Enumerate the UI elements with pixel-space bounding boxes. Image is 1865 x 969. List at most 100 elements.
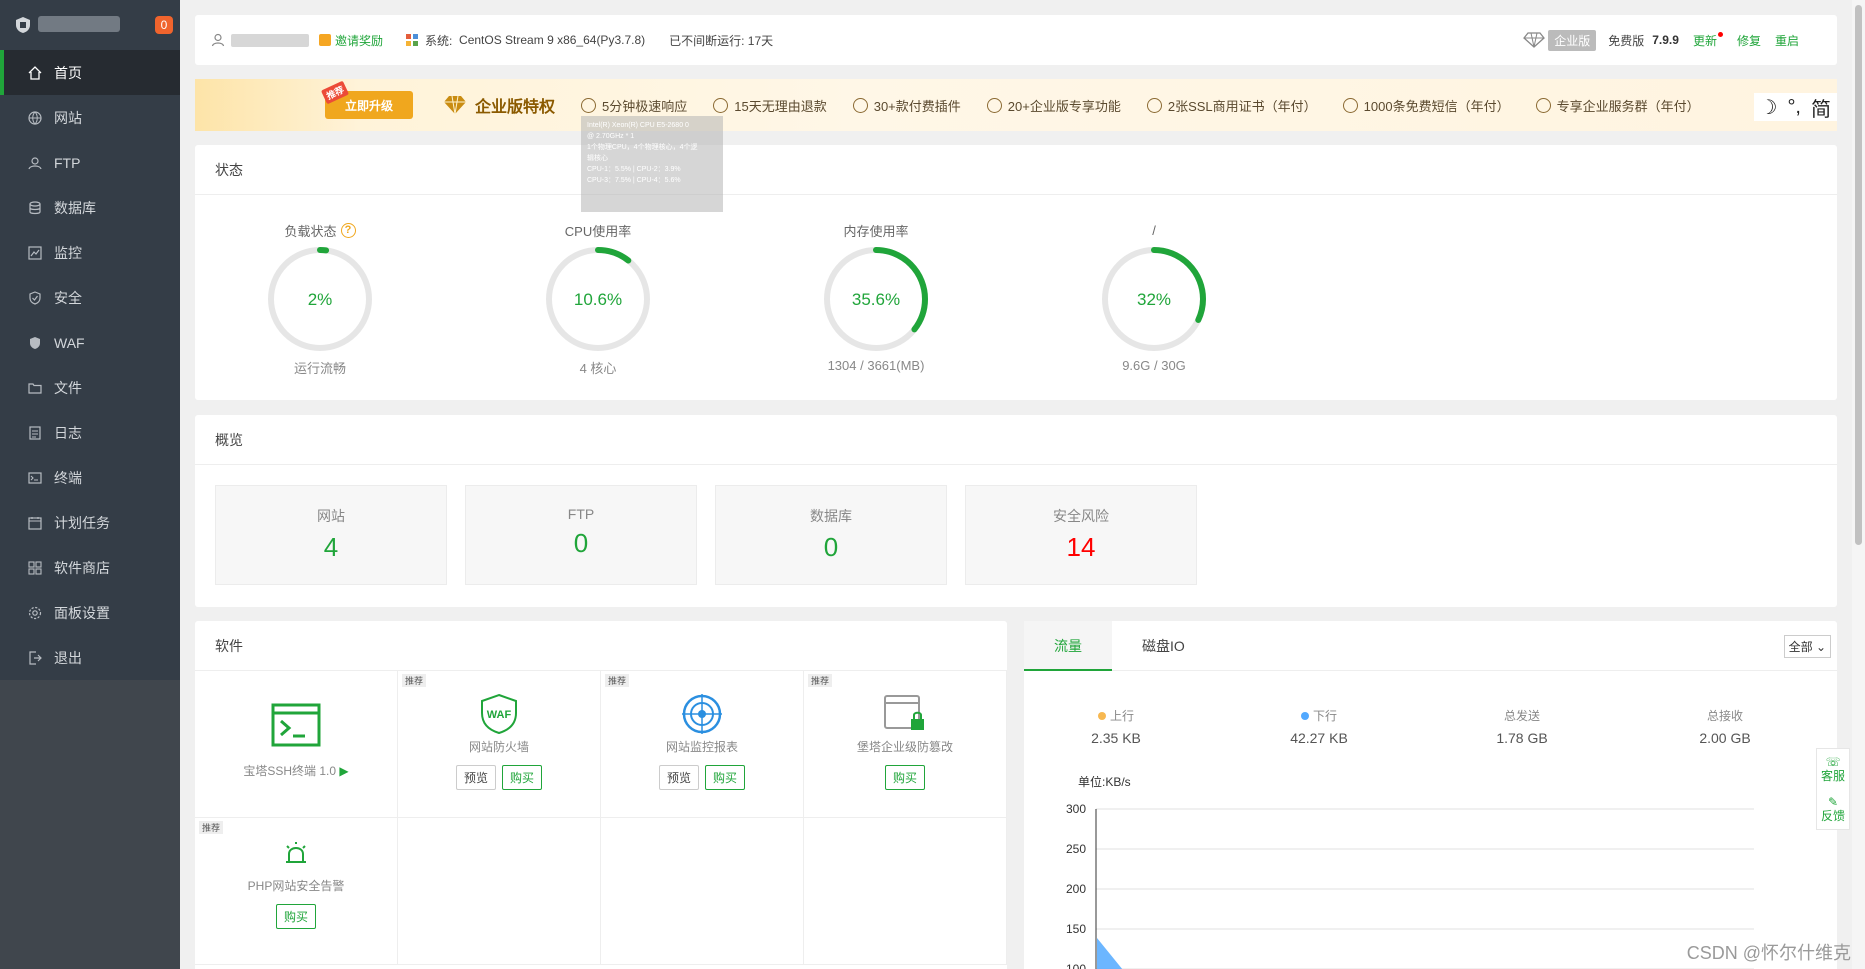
globe-icon [27, 110, 43, 126]
sidebar-item-terminal[interactable]: 终端 [0, 455, 180, 500]
logout-icon [27, 650, 43, 666]
tool-label: 反馈 [1820, 809, 1845, 823]
buy-button[interactable]: 购买 [884, 765, 925, 790]
message-count-badge[interactable]: 0 [155, 16, 173, 34]
sidebar-item-cron[interactable]: 计划任务 [0, 500, 180, 545]
update-link[interactable]: 更新 [1693, 31, 1723, 49]
floating-toolbar: ☽ °, 简 [1753, 93, 1837, 122]
feedback-button[interactable]: ✎ 反馈 [1817, 789, 1849, 829]
overview-ftp[interactable]: FTP 0 [465, 485, 697, 585]
radar-app-icon [682, 694, 722, 734]
page-scrollbar[interactable] [1852, 0, 1865, 969]
chevron-down-icon: ⌄ [1815, 640, 1826, 654]
terminal-app-icon [271, 703, 321, 747]
monitor-icon [27, 245, 43, 261]
simplified-chinese-toggle[interactable]: 简 [1811, 93, 1831, 122]
help-icon[interactable]: ? [340, 222, 356, 238]
gauge-value: 35.6% [852, 290, 900, 309]
stat-label: 总接收 [1706, 709, 1743, 723]
disk-gauge[interactable]: / 32% 9.6G / 30G [1084, 220, 1224, 373]
gauge-title: 内存使用率 [843, 223, 909, 239]
moon-icon[interactable]: ☽ [1760, 95, 1778, 120]
sidebar-item-monitor[interactable]: 监控 [0, 230, 180, 275]
upgrade-button[interactable]: 推荐 立即升级 [320, 80, 413, 119]
tooltip-line: CPU-3：7.5% | CPU-4：5.6% [587, 177, 681, 184]
sidebar-item-database[interactable]: 数据库 [0, 185, 180, 230]
home-icon [27, 65, 43, 81]
unit-label: 单位:KB/s [1078, 776, 1131, 789]
overview-websites[interactable]: 网站 4 [215, 485, 447, 585]
restart-link[interactable]: 重启 [1775, 32, 1799, 49]
log-icon [27, 425, 43, 441]
sidebar-item-logout[interactable]: 退出 [0, 635, 180, 680]
waf-shield-icon [27, 335, 43, 351]
buy-button[interactable]: 购买 [502, 765, 543, 790]
software-card: 软件 宝塔SSH终端 1.0 ▶ 推荐 WAF 网站防火墙 预览 购买 推荐 网站… [195, 621, 1007, 969]
apps-icon [27, 560, 43, 576]
tooltip-line: Intel(R) Xeon(R) CPU E5-2680 0 [587, 122, 689, 129]
server-name-blurred [38, 16, 120, 32]
software-item-ssh[interactable]: 宝塔SSH终端 1.0 ▶ [195, 671, 398, 818]
sidebar-item-waf[interactable]: WAF [0, 320, 180, 365]
overview-security-risk[interactable]: 安全风险 14 [965, 485, 1197, 585]
sidebar-item-label: 监控 [54, 244, 82, 261]
scrollbar-thumb[interactable] [1855, 5, 1862, 545]
cpu-gauge[interactable]: CPU使用率 10.6% 4 核心 [528, 220, 668, 377]
gauge-subtitle: 4 核心 [579, 361, 617, 376]
load-gauge[interactable]: 负载状态? 2% 运行流畅 [250, 220, 390, 377]
tooltip-line: 1个物理CPU，4个物理核心，4个逻 [587, 144, 698, 151]
feature-exclusive: 20+企业版专享功能 [986, 96, 1121, 115]
sidebar-item-label: 网站 [54, 109, 82, 126]
punctuation-icon[interactable]: °, [1787, 96, 1801, 119]
play-icon[interactable]: ▶ [339, 764, 348, 778]
upload-stat: 上行 2.35 KB [1036, 707, 1196, 746]
software-name: 网站监控报表 [665, 740, 738, 754]
software-item-tamper-proof[interactable]: 推荐 堡塔企业级防篡改 购买 [804, 671, 1007, 818]
sidebar-item-home[interactable]: 首页 [0, 50, 180, 95]
sidebar-item-website[interactable]: 网站 [0, 95, 180, 140]
traffic-card: 流量 磁盘IO 全部 ⌄ 上行 2.35 KB 下行 42.27 KB 总发送 1.7… [1024, 620, 1837, 969]
sidebar-item-security[interactable]: 安全 [0, 275, 180, 320]
sidebar: 0 首页 网站 FTP 数据库 监控 安全 WAF 文件 日志 终端 计划任务 … [0, 0, 180, 969]
interface-select[interactable]: 全部 ⌄ [1783, 635, 1831, 658]
enterprise-badge[interactable]: 企业版 [1523, 29, 1597, 51]
gauge-ring: 10.6% [546, 247, 650, 351]
tab-traffic[interactable]: 流量 [1024, 620, 1112, 671]
sidebar-item-ftp[interactable]: FTP [0, 140, 180, 185]
software-name: PHP网站安全告警 [247, 879, 345, 893]
sidebar-item-logs[interactable]: 日志 [0, 410, 180, 455]
panel-logo-icon [16, 17, 30, 33]
folder-icon [27, 380, 43, 396]
customer-service-button[interactable]: ☏ 客服 [1817, 749, 1849, 789]
overview-databases[interactable]: 数据库 0 [715, 485, 947, 585]
feature-text: 20+企业版专享功能 [1007, 98, 1121, 114]
recommend-tag: 推荐 [199, 821, 224, 834]
invite-reward-link[interactable]: 邀请奖励 [319, 32, 383, 49]
buy-button[interactable]: 购买 [705, 765, 746, 790]
preview-button[interactable]: 预览 [455, 765, 496, 790]
gift-icon [319, 34, 331, 46]
repair-link[interactable]: 修复 [1737, 32, 1761, 49]
gauge-title: 负载状态 [284, 223, 337, 239]
feature-text: 专享企业服务群（年付） [1556, 98, 1700, 114]
diamond-icon [1523, 32, 1546, 48]
software-item-php-alarm[interactable]: 推荐 PHP网站安全告警 购买 [195, 818, 398, 965]
stat-value: 2.00 GB [1699, 730, 1751, 746]
sidebar-item-files[interactable]: 文件 [0, 365, 180, 410]
overview-count: 4 [323, 532, 339, 562]
overview-label: 安全风险 [1053, 508, 1109, 524]
y-tick: 100 [1066, 962, 1086, 969]
overview-count: 0 [823, 532, 839, 562]
software-item-waf[interactable]: 推荐 WAF 网站防火墙 预览 购买 [398, 671, 601, 818]
preview-button[interactable]: 预览 [658, 765, 699, 790]
sidebar-item-settings[interactable]: 面板设置 [0, 590, 180, 635]
version-number: 7.9.9 [1652, 33, 1679, 47]
mail-icon [1342, 97, 1358, 113]
software-item-monitor-report[interactable]: 推荐 网站监控报表 预览 购买 [601, 671, 804, 818]
buy-button[interactable]: 购买 [275, 904, 316, 929]
feature-service-group: 专享企业服务群（年付） [1535, 96, 1700, 115]
memory-gauge[interactable]: 内存使用率 35.6% 1304 / 3661(MB) [806, 220, 946, 373]
sidebar-item-label: FTP [54, 154, 81, 171]
tab-disk-io[interactable]: 磁盘IO [1112, 621, 1215, 671]
sidebar-item-store[interactable]: 软件商店 [0, 545, 180, 590]
